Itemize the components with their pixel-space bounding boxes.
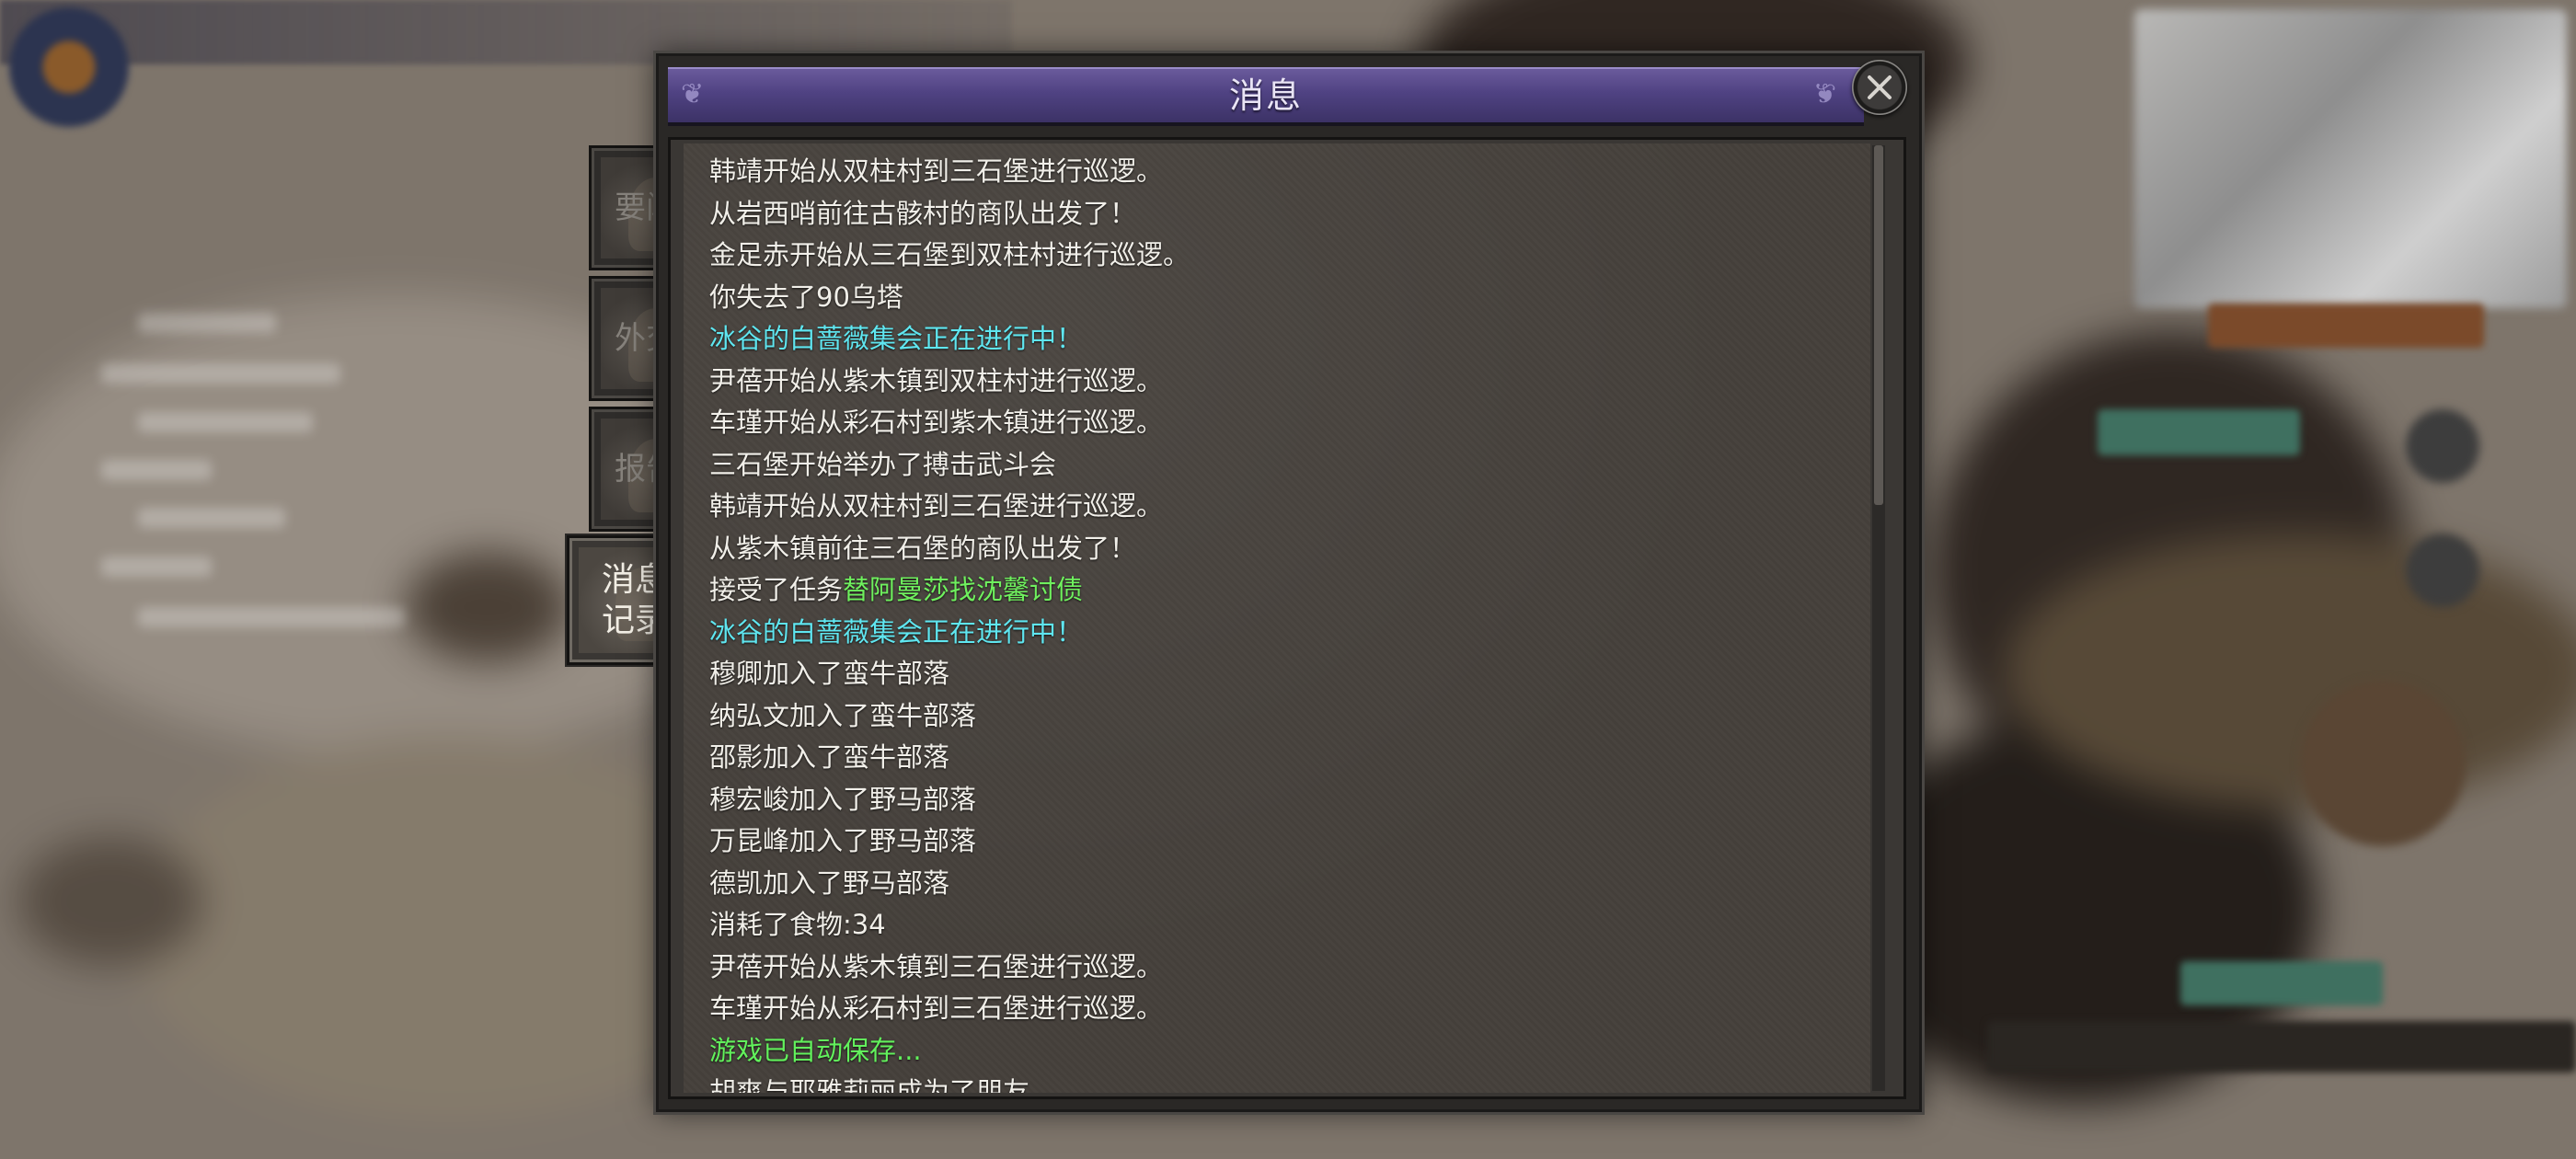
hud-round-button	[2406, 409, 2479, 483]
message-line: 冰谷的白蔷薇集会正在进行中！	[709, 612, 1190, 654]
message-text: 消耗了食物:34	[709, 909, 886, 940]
quest-tracker-line	[138, 412, 313, 432]
hud-round-button	[2406, 534, 2479, 607]
message-line: 尹蓓开始从紫木镇到双柱村进行巡逻。	[709, 361, 1190, 403]
message-text: 尹蓓开始从紫木镇到三石堡进行巡逻。	[709, 950, 1164, 982]
message-text: 你失去了90乌塔	[709, 281, 903, 313]
message-line: 尹蓓开始从紫木镇到三石堡进行巡逻。	[709, 947, 1190, 989]
minimap-label-plate	[2208, 304, 2484, 348]
message-line: 德凯加入了野马部落	[709, 863, 1190, 905]
message-line: 胡爽与耶雅莉丽成为了朋友	[709, 1072, 1190, 1093]
message-line: 三石堡开始举办了搏击武斗会	[709, 444, 1190, 487]
message-line: 冰谷的白蔷薇集会正在进行中！	[709, 318, 1190, 361]
message-text: 纳弘文加入了蛮牛部落	[709, 699, 977, 731]
message-text: 冰谷的白蔷薇集会正在进行中！	[709, 615, 1084, 648]
message-line: 韩靖开始从双柱村到三石堡进行巡逻。	[709, 486, 1190, 528]
hud-green-plate	[2098, 409, 2300, 455]
message-text: 尹蓓开始从紫木镇到双柱村进行巡逻。	[709, 364, 1164, 396]
message-text: 邵影加入了蛮牛部落	[709, 741, 950, 773]
message-text: 穆宏峻加入了野马部落	[709, 783, 977, 815]
message-text: 胡爽与耶雅莉丽成为了朋友	[709, 1076, 1030, 1093]
message-line: 穆卿加入了蛮牛部落	[709, 653, 1190, 695]
message-line: 车瑾开始从彩石村到紫木镇进行巡逻。	[709, 402, 1190, 444]
message-line: 万昆峰加入了野马部落	[709, 820, 1190, 863]
message-text: 三石堡开始举办了搏击武斗会	[709, 448, 1057, 480]
quest-tracker-line	[101, 363, 340, 384]
faction-emblem	[9, 7, 129, 127]
message-text: 游戏已自动保存...	[709, 1034, 922, 1066]
message-text: 车瑾开始从彩石村到紫木镇进行巡逻。	[709, 407, 1164, 438]
minimap	[2134, 9, 2567, 308]
message-text: 韩靖开始从双柱村到三石堡进行巡逻。	[709, 155, 1164, 187]
message-line: 穆宏峻加入了野马部落	[709, 779, 1190, 821]
message-text: 车瑾开始从彩石村到三石堡进行巡逻。	[709, 993, 1164, 1024]
quest-tracker-line	[101, 557, 212, 577]
message-text: 从岩西哨前往古骸村的商队出发了！	[709, 197, 1137, 229]
scrollbar[interactable]	[1872, 145, 1885, 1091]
message-line: 游戏已自动保存...	[709, 1030, 1190, 1073]
message-window: ❦ ❦ 消息 韩靖开始从双柱村到三石堡进行巡逻。 从岩西哨前往古骸村的商队出发了！…	[656, 53, 1922, 1112]
quest-tracker-line	[138, 508, 285, 528]
quest-tracker-line	[138, 607, 405, 627]
hud-bottom-bar	[1987, 1021, 2576, 1073]
quest-tracker-line	[101, 460, 212, 480]
message-scroll-area[interactable]: 韩靖开始从双柱村到三石堡进行巡逻。 从岩西哨前往古骸村的商队出发了！ 金足赤开始从三…	[684, 143, 1870, 1093]
message-line: 消耗了食物:34	[709, 904, 1190, 947]
message-line: 你失去了90乌塔	[709, 277, 1190, 319]
message-panel: 韩靖开始从双柱村到三石堡进行巡逻。 从岩西哨前往古骸村的商队出发了！ 金足赤开始从三…	[668, 137, 1906, 1099]
message-text: 穆卿加入了蛮牛部落	[709, 658, 950, 689]
message-text: 万昆峰加入了野马部落	[709, 825, 977, 856]
message-text: 从紫木镇前往三石堡的商队出发了！	[709, 532, 1137, 564]
message-list: 韩靖开始从双柱村到三石堡进行巡逻。 从岩西哨前往古骸村的商队出发了！ 金足赤开始从三…	[709, 151, 1190, 1093]
quest-link[interactable]: 替阿曼莎找沈馨讨债	[843, 574, 1083, 605]
message-text: 接受了任务	[709, 574, 844, 605]
message-text: 韩靖开始从双柱村到三石堡进行巡逻。	[709, 490, 1164, 522]
message-line: 纳弘文加入了蛮牛部落	[709, 695, 1190, 738]
hud-action-button	[2300, 681, 2466, 846]
message-line: 车瑾开始从彩石村到三石堡进行巡逻。	[709, 988, 1190, 1030]
message-line: 金足赤开始从三石堡到双柱村进行巡逻。	[709, 235, 1190, 277]
close-icon	[1868, 75, 1892, 99]
hud-green-plate	[2180, 961, 2383, 1005]
window-titlebar: ❦ ❦ 消息	[668, 67, 1864, 126]
message-line: 从岩西哨前往古骸村的商队出发了！	[709, 193, 1190, 235]
message-text: 冰谷的白蔷薇集会正在进行中！	[709, 323, 1084, 354]
quest-tracker-line	[138, 313, 276, 333]
message-line: 邵影加入了蛮牛部落	[709, 737, 1190, 779]
window-title: 消息	[1228, 75, 1303, 116]
message-line: 从紫木镇前往三石堡的商队出发了！	[709, 528, 1190, 570]
message-text: 金足赤开始从三石堡到双柱村进行巡逻。	[709, 239, 1190, 270]
close-button[interactable]	[1852, 60, 1907, 115]
message-line: 韩靖开始从双柱村到三石堡进行巡逻。	[709, 151, 1190, 193]
scrollbar-thumb[interactable]	[1874, 145, 1883, 505]
message-text: 德凯加入了野马部落	[709, 866, 950, 899]
message-line: 接受了任务替阿曼莎找沈馨讨债	[709, 569, 1190, 612]
